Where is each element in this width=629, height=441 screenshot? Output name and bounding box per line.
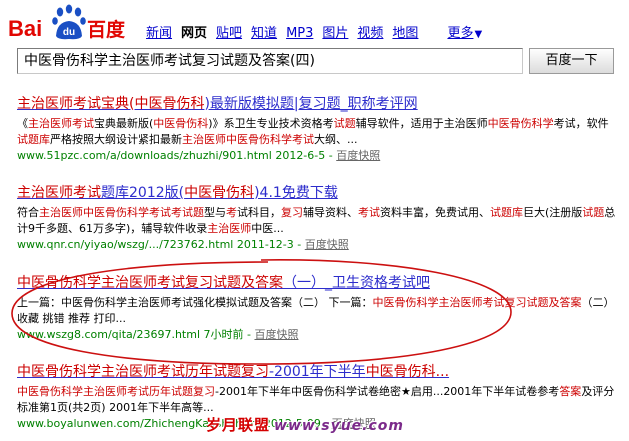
search-result-3: 中医骨伤科学主治医师考试复习试题及答案（一）_卫生资格考试吧 上一篇：中医骨伤科… <box>17 275 617 342</box>
nav-item-news[interactable]: 新闻 <box>146 22 172 41</box>
nav-item-tieba[interactable]: 贴吧 <box>216 22 242 41</box>
url-text: www.qnr.cn/yiyao/wszg/.../723762.html 20… <box>17 238 294 251</box>
result-abstract: 《主治医师考试宝典最新版(中医骨伤科)》系卫生专业技术资格考试题辅导软件，适用于… <box>17 117 609 146</box>
url-text: www.wszg8.com/qita/23697.html 7小时前 <box>17 328 244 341</box>
result-abstract: 符合主治医师中医骨伤科学考试考试题型与考试科目，复习辅导资料、考试资料丰富，免费… <box>17 206 616 235</box>
search-result-2: 主治医师考试题库2012版(中医骨伤科)4.1免费下载 符合主治医师中医骨伤科学… <box>17 185 617 252</box>
nav-item-images[interactable]: 图片 <box>322 22 348 41</box>
top-nav: 新闻 网页 贴吧 知道 MP3 图片 视频 地图 更多▼ <box>146 22 482 41</box>
title-part: )最新版模拟题|复习题_职称考评网 <box>204 96 418 112</box>
title-part: (中医骨伤科 <box>129 96 205 112</box>
result-title[interactable]: 中医骨伤科学主治医师考试历年试题复习-2001年下半年中医骨伤科... <box>17 364 617 381</box>
nav-item-map[interactable]: 地图 <box>392 22 418 41</box>
title-part: 复习 <box>241 364 269 380</box>
result-url: www.qnr.cn/yiyao/wszg/.../723762.html 20… <box>17 238 349 251</box>
watermark-url: www.syue.com <box>274 418 404 434</box>
search-button[interactable]: 百度一下 <box>529 48 614 74</box>
title-part: 中医骨伤科学主治医师考试复习试题及答案 <box>17 275 283 291</box>
snapshot-link[interactable]: 百度快照 <box>305 238 349 251</box>
url-text: www.51pzc.com/a/downloads/zhuzhi/901.htm… <box>17 149 326 162</box>
baidu-logo[interactable]: Bai du 百度 <box>8 2 132 46</box>
nav-item-zhidao[interactable]: 知道 <box>251 22 277 41</box>
title-part: 中医骨伤科学主治医师考试历年试题 <box>17 364 241 380</box>
title-part: 主治医师考试 <box>17 185 101 201</box>
result-abstract: 上一篇：中医骨伤科学主治医师考试强化模拟试题及答案（二） 下一篇：中医骨伤科学主… <box>17 296 615 325</box>
nav-item-video[interactable]: 视频 <box>357 22 383 41</box>
watermark: 岁月联盟 www.syue.com <box>206 414 404 435</box>
title-part: （一） <box>283 275 325 291</box>
title-part: 中医骨伤科... <box>365 364 450 380</box>
title-part: )4.1免费下载 <box>254 185 338 201</box>
watermark-text: 岁月联盟 <box>206 416 271 434</box>
logo-text-du: du <box>63 27 75 38</box>
nav-item-mp3[interactable]: MP3 <box>286 26 313 41</box>
paw-icon: du <box>52 4 86 40</box>
search-result-1: 主治医师考试宝典(中医骨伤科)最新版模拟题|复习题_职称考评网 《主治医师考试宝… <box>17 96 617 163</box>
snapshot-link[interactable]: 百度快照 <box>254 328 298 341</box>
result-abstract: 中医骨伤科学主治医师考试历年试题复习-2001年下半年中医骨伤科学试卷绝密★启用… <box>17 385 615 414</box>
logo-text-cn: 百度 <box>87 18 126 41</box>
result-url: www.wszg8.com/qita/23697.html 7小时前 - 百度快… <box>17 328 299 341</box>
result-title[interactable]: 主治医师考试宝典(中医骨伤科)最新版模拟题|复习题_职称考评网 <box>17 96 617 113</box>
result-url: www.51pzc.com/a/downloads/zhuzhi/901.htm… <box>17 149 381 162</box>
nav-more-label: 更多 <box>447 26 474 41</box>
title-part: 中医骨伤科 <box>184 185 255 201</box>
title-part: _卫生资格考试吧 <box>325 275 430 291</box>
title-part: 题库2012版( <box>101 185 185 201</box>
search-input[interactable]: 中医骨伤科学主治医师考试复习试题及答案(四) <box>17 48 523 74</box>
nav-item-web[interactable]: 网页 <box>181 22 207 41</box>
nav-more-link[interactable]: 更多▼ <box>447 22 482 41</box>
logo-text-bai: Bai <box>8 16 42 41</box>
caret-down-icon: ▼ <box>474 29 483 40</box>
title-part: -2001年下半年 <box>269 364 366 380</box>
title-part: 主治医师考试宝典 <box>17 96 129 112</box>
result-title[interactable]: 主治医师考试题库2012版(中医骨伤科)4.1免费下载 <box>17 185 617 202</box>
result-title[interactable]: 中医骨伤科学主治医师考试复习试题及答案（一）_卫生资格考试吧 <box>17 275 617 292</box>
snapshot-link[interactable]: 百度快照 <box>336 149 380 162</box>
